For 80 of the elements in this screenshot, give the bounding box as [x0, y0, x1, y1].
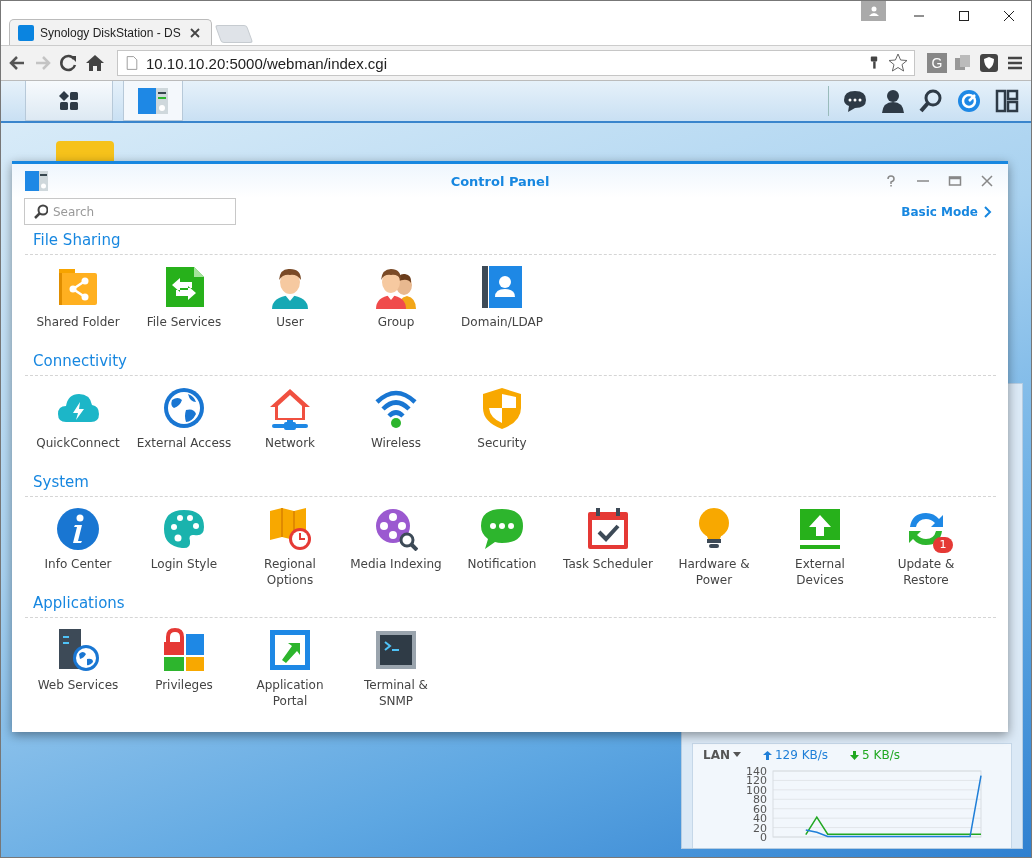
close-icon	[980, 174, 994, 188]
download-rate: 5 KB/s	[850, 748, 900, 762]
page-icon	[124, 55, 140, 71]
interface-dropdown[interactable]: LAN	[703, 748, 741, 762]
taskbar-app-button[interactable]	[25, 81, 113, 121]
control-panel-item[interactable]: QuickConnect	[25, 386, 131, 451]
control-panel-item[interactable]: Network	[237, 386, 343, 451]
shield-icon	[480, 386, 524, 430]
section-heading: File Sharing	[32, 231, 122, 251]
basic-mode-link[interactable]: Basic Mode	[901, 204, 992, 219]
map-clock-icon	[268, 507, 312, 551]
calendar-icon	[586, 507, 630, 551]
control-panel-item[interactable]: File Services	[131, 265, 237, 330]
film-reel-icon	[374, 507, 418, 551]
control-panel-item[interactable]: 1 Update & Restore	[873, 507, 979, 588]
upload-rate: 129 KB/s	[763, 748, 829, 762]
home-icon[interactable]	[85, 53, 105, 73]
control-panel-item[interactable]: Shared Folder	[25, 265, 131, 330]
section-heading: Connectivity	[32, 352, 128, 372]
search-icon[interactable]	[919, 89, 943, 113]
maximize-icon[interactable]	[957, 10, 970, 22]
section-heading: System	[32, 473, 90, 493]
reload-icon[interactable]	[59, 53, 79, 73]
maximize-icon	[948, 174, 962, 188]
extension-button[interactable]: G	[927, 53, 947, 73]
control-panel-item[interactable]: Login Style	[131, 507, 237, 588]
palette-icon	[162, 507, 206, 551]
star-icon[interactable]	[888, 53, 908, 73]
search-field[interactable]: Search	[24, 198, 236, 225]
control-panel-icon	[137, 85, 169, 116]
control-panel-item[interactable]: Privileges	[131, 628, 237, 709]
lock-squares-icon	[162, 628, 206, 672]
control-panel-item[interactable]: Notification	[449, 507, 555, 588]
control-panel-item[interactable]: Application Portal	[237, 628, 343, 709]
window-title: Control Panel	[449, 173, 551, 189]
globe-icon	[162, 386, 206, 430]
control-panel-item[interactable]: External Devices	[767, 507, 873, 588]
info-circle-icon	[56, 507, 100, 551]
gauge-icon[interactable]	[957, 89, 981, 113]
control-panel-icon	[24, 170, 48, 192]
notification-badge: 1	[933, 537, 953, 553]
widgets-icon[interactable]	[995, 89, 1019, 113]
control-panel-item[interactable]: Domain/LDAP	[449, 265, 555, 330]
close-icon[interactable]	[1002, 10, 1015, 22]
control-panel-item[interactable]: Regional Options	[237, 507, 343, 588]
server-globe-icon	[56, 628, 100, 672]
contact-book-icon	[480, 265, 524, 309]
grid-icon	[58, 89, 80, 112]
search-icon	[33, 204, 48, 219]
extension-icon[interactable]	[953, 53, 973, 73]
control-panel-item[interactable]: Media Indexing	[343, 507, 449, 588]
chat-bubble-icon	[480, 507, 524, 551]
caret-icon	[733, 752, 741, 758]
down-arrow-icon	[850, 750, 860, 760]
control-panel-item[interactable]: Hardware & Power	[661, 507, 767, 588]
control-panel-item[interactable]: Wireless	[343, 386, 449, 451]
control-panel-item[interactable]: Security	[449, 386, 555, 451]
control-panel-item[interactable]: Info Center	[25, 507, 131, 588]
chat-icon[interactable]	[843, 89, 867, 113]
site-icon	[18, 24, 34, 41]
control-panel-item[interactable]: Group	[343, 265, 449, 330]
question-mark-icon	[885, 175, 897, 187]
up-arrow-icon	[763, 750, 772, 760]
chevron-icon	[984, 205, 992, 218]
user-icon[interactable]	[881, 89, 905, 113]
control-panel-item[interactable]: Task Scheduler	[555, 507, 661, 588]
control-panel-item[interactable]: User	[237, 265, 343, 330]
control-panel-item[interactable]: Web Services	[25, 628, 131, 709]
address-bar[interactable]: 10.10.10.20:5000/webman/index.cgi	[117, 50, 915, 76]
control-panel-item[interactable]: External Access	[131, 386, 237, 451]
section-heading: Applications	[32, 594, 126, 614]
shield-extension-icon[interactable]	[979, 53, 999, 73]
terminal-icon	[374, 628, 418, 672]
control-panel-item[interactable]: Terminal & SNMP	[343, 628, 449, 709]
axis-tick-label: 140	[746, 765, 767, 778]
upload-icon	[798, 507, 842, 551]
browser-tab[interactable]: Synology DiskStation - DS	[9, 19, 212, 45]
axis-tick-label: 0	[760, 831, 767, 844]
person-icon	[868, 6, 879, 16]
house-icon	[268, 386, 312, 430]
